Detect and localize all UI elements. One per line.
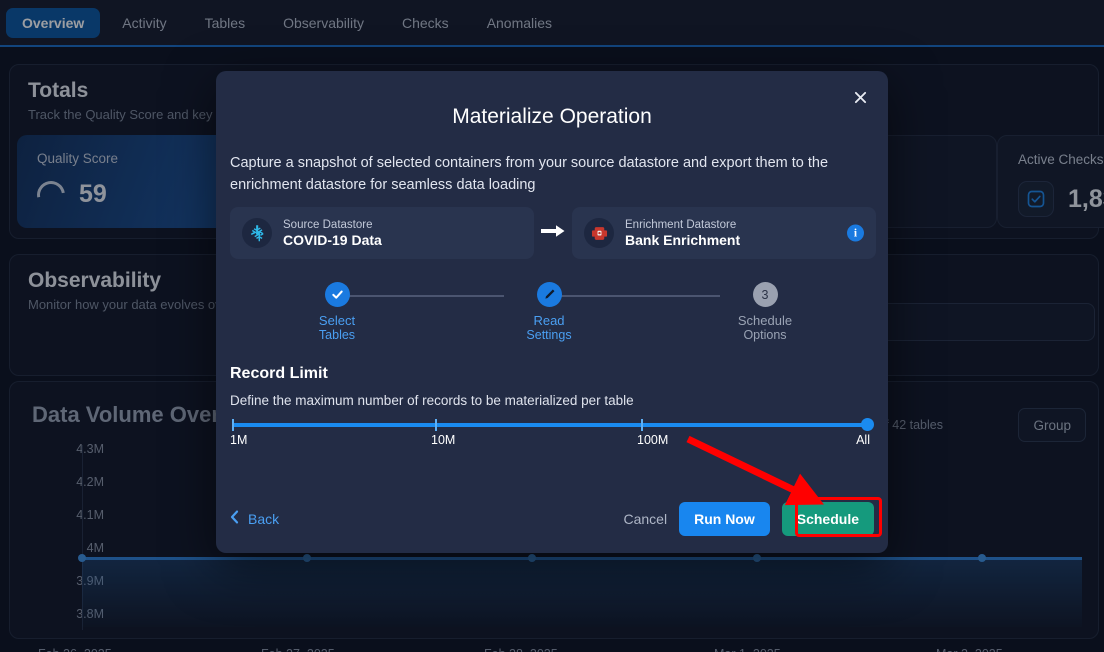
source-datastore-name: COVID-19 Data [283, 231, 382, 248]
cancel-button[interactable]: Cancel [624, 511, 668, 527]
run-now-button[interactable]: Run Now [679, 502, 770, 536]
materialize-operation-modal: Materialize Operation Capture a snapshot… [216, 71, 888, 553]
slider-label-all: All [856, 433, 870, 447]
slider-track [232, 423, 868, 427]
back-label: Back [248, 511, 280, 527]
check-icon [324, 282, 350, 307]
database-icon [584, 218, 614, 248]
slider-label-100m: 100M [637, 433, 669, 447]
slider-thumb[interactable] [861, 418, 874, 431]
back-button[interactable]: Back [230, 510, 279, 528]
slider-tick-10m [435, 419, 437, 431]
step-read-settings[interactable]: Read Settings [504, 281, 594, 343]
enrichment-datastore-name: Bank Enrichment [625, 231, 741, 248]
record-limit-slider[interactable] [232, 418, 874, 433]
slider-label-10m: 10M [431, 433, 456, 447]
modal-description: Capture a snapshot of selected container… [230, 155, 829, 193]
modal-title: Materialize Operation [452, 105, 652, 128]
slider-labels: 1M 10M 100M All [230, 433, 872, 451]
step-3-number: 3 [752, 282, 778, 307]
datastore-row: Source Datastore COVID-19 Data Enrichmen… [230, 207, 876, 259]
record-limit-title: Record Limit [230, 365, 328, 382]
step-1-line1: Select [318, 313, 356, 328]
step-2-line2: Settings [526, 328, 572, 342]
source-datastore-label: Source Datastore [283, 218, 373, 231]
pencil-icon [536, 282, 562, 307]
modal-footer: Back Cancel Run Now Schedule [230, 499, 874, 539]
step-schedule-options[interactable]: 3 Schedule Options [720, 281, 810, 343]
enrichment-datastore-card[interactable]: Enrichment Datastore Bank Enrichment i [572, 207, 876, 259]
step-3-line2: Options [743, 328, 787, 342]
record-limit-description: Define the maximum number of records to … [230, 393, 634, 408]
slider-tick-100m [641, 419, 643, 431]
step-select-tables[interactable]: Select Tables [292, 281, 382, 343]
step-1-line2: Tables [318, 328, 356, 342]
app-root: Overview Activity Tables Observability C… [0, 0, 1104, 652]
snowflake-icon [242, 218, 272, 248]
arrow-right-icon [534, 223, 572, 243]
slider-label-1m: 1M [230, 433, 248, 447]
info-icon[interactable]: i [847, 224, 864, 242]
step-3-line1: Schedule [737, 313, 793, 328]
step-2-line1: Read [533, 313, 565, 328]
slider-tick-1m [232, 419, 234, 431]
schedule-button-highlight [795, 497, 882, 537]
chevron-left-icon [230, 510, 239, 528]
wizard-stepper: Select Tables Read Settings 3 Schedule O… [292, 281, 812, 353]
enrichment-datastore-label: Enrichment Datastore [625, 218, 737, 231]
source-datastore-card[interactable]: Source Datastore COVID-19 Data [230, 207, 534, 259]
